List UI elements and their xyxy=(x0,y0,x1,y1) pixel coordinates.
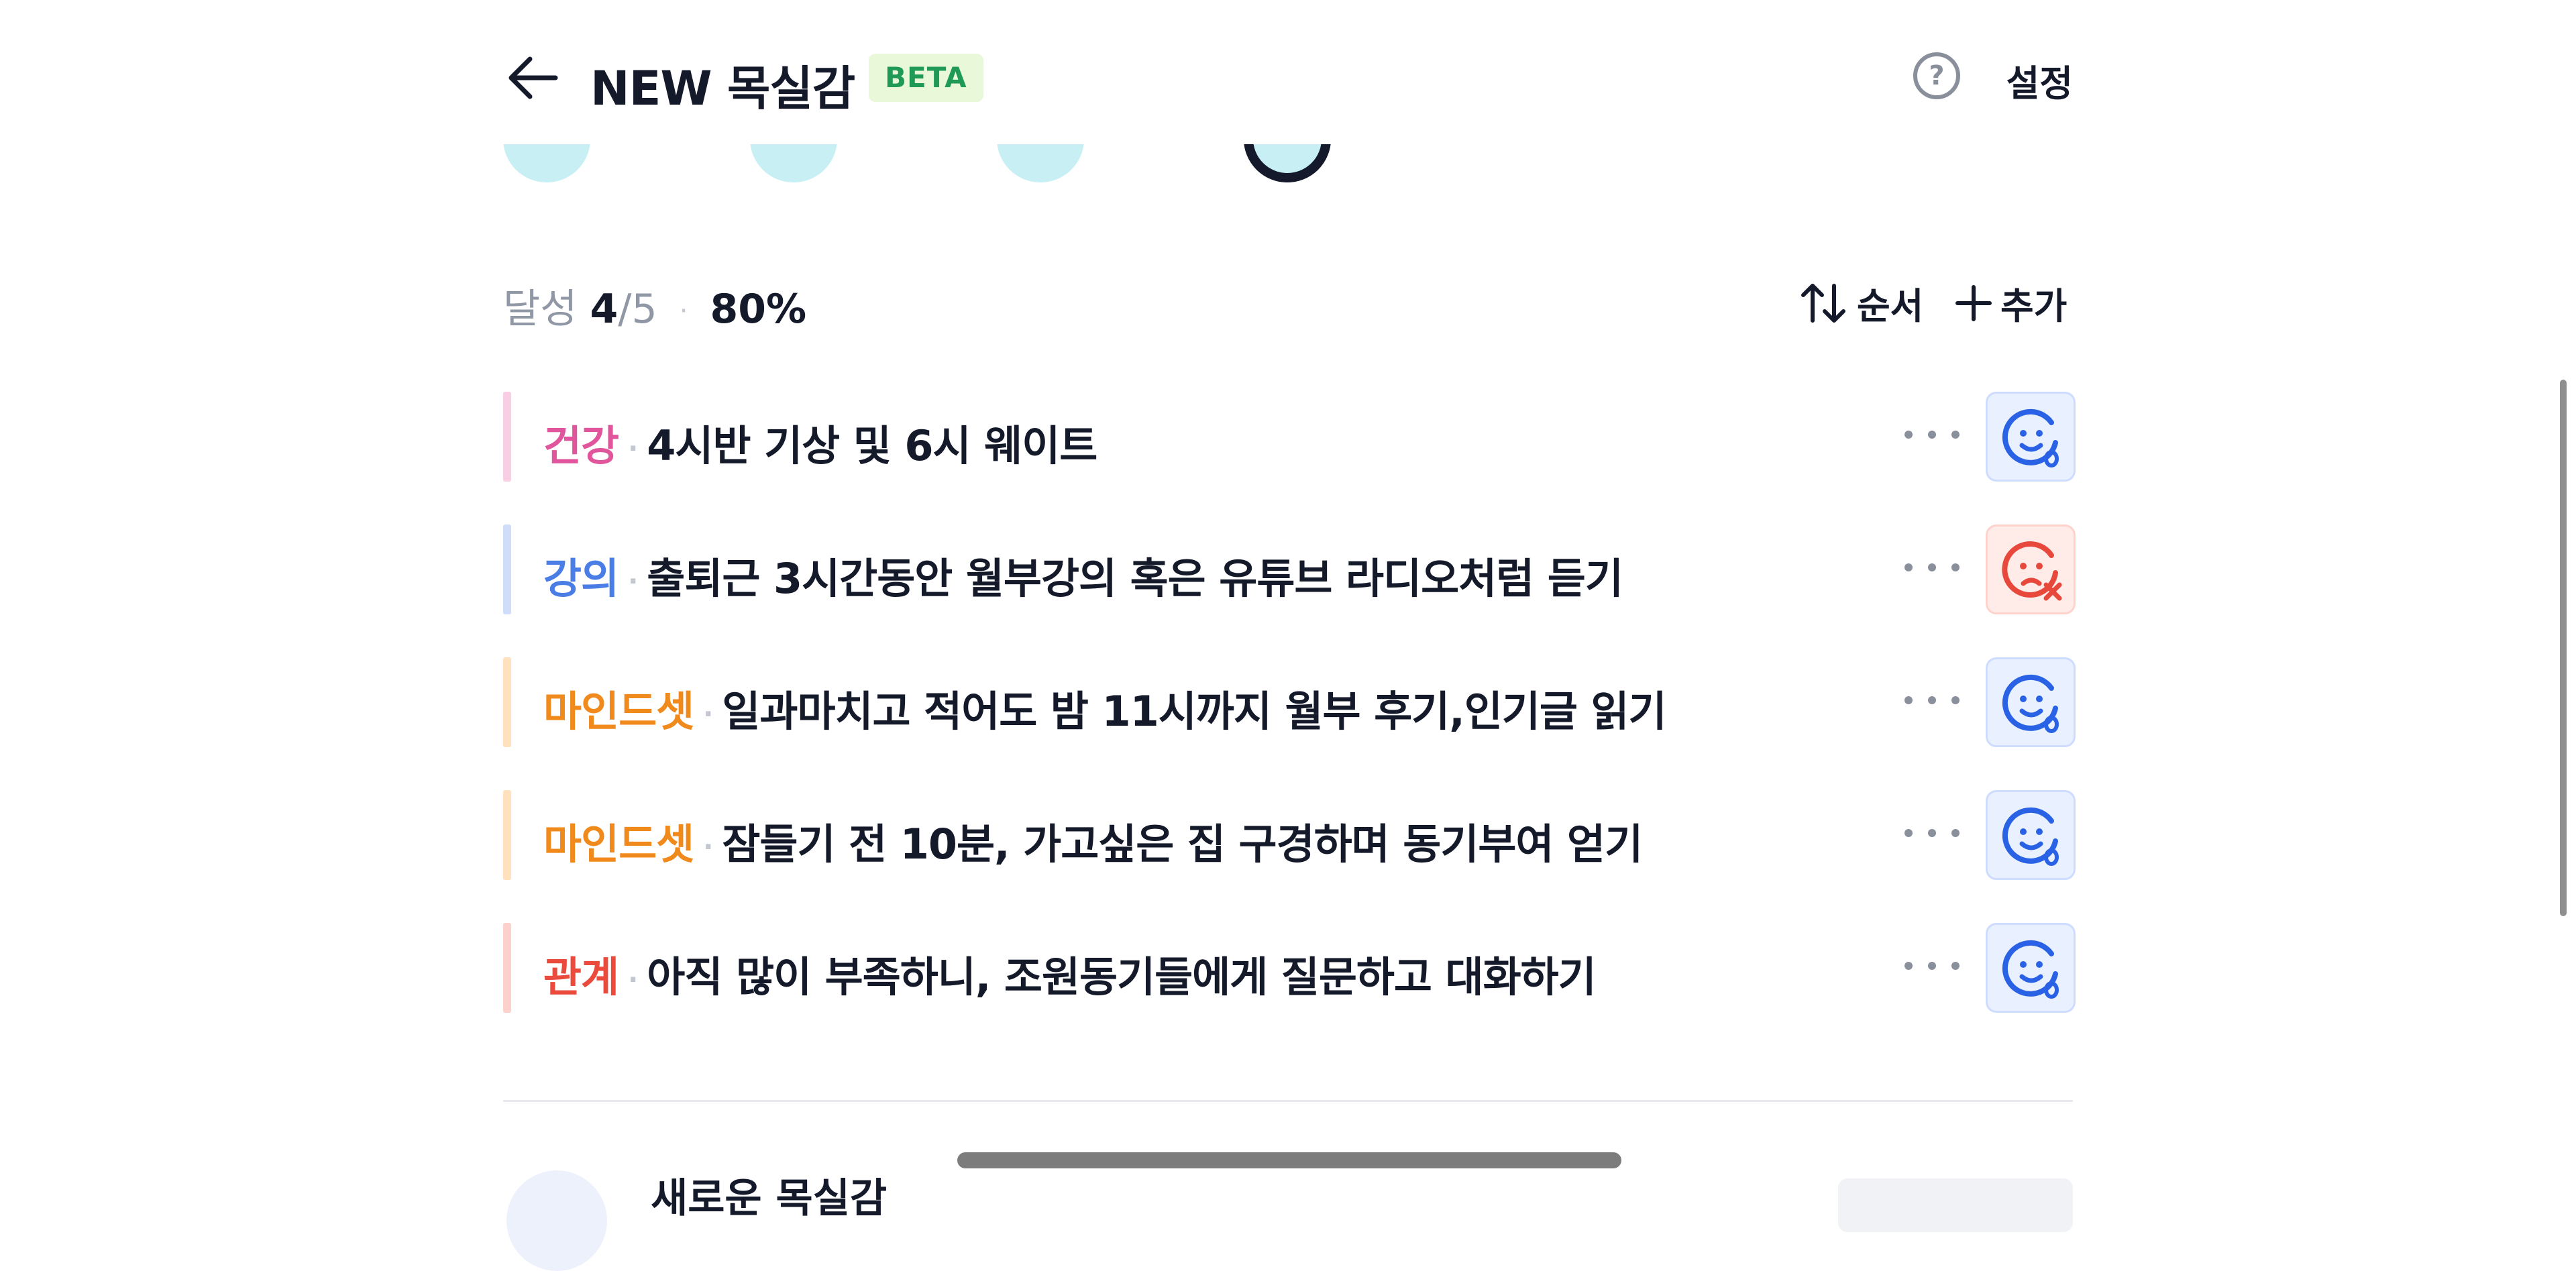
section-divider xyxy=(503,1100,2073,1102)
sort-arrows-icon xyxy=(1801,283,1845,323)
settings-button[interactable]: 설정 xyxy=(2006,54,2073,107)
smile-check-icon xyxy=(2002,940,2059,999)
sort-label: 순서 xyxy=(1857,285,1924,327)
item-title: 4시반 기상 및 6시 웨이트 xyxy=(647,421,1097,470)
item-separator: · xyxy=(628,964,638,995)
category-bar xyxy=(503,790,511,880)
beta-badge: BETA xyxy=(869,54,983,102)
summary-label: 달성 xyxy=(503,286,578,333)
sad-x-icon xyxy=(2002,541,2062,601)
calendar-strip xyxy=(0,144,2576,191)
item-category: 강의 xyxy=(543,554,619,603)
calendar-day-circle-current[interactable] xyxy=(1244,144,1331,182)
item-category: 마인드셋 xyxy=(543,820,694,869)
status-success-button[interactable] xyxy=(1986,392,2076,482)
sort-button[interactable]: 순서 xyxy=(1799,276,1923,329)
item-category: 관계 xyxy=(543,952,619,1001)
status-success-button[interactable] xyxy=(1986,923,2076,1013)
arrow-left-icon xyxy=(508,56,558,99)
add-label: 추가 xyxy=(2000,285,2068,327)
item-text: 건강 · 4시반 기상 및 6시 웨이트 xyxy=(543,412,1097,472)
status-fail-button[interactable] xyxy=(1986,524,2076,614)
page-title: NEW 목실감 xyxy=(590,61,855,116)
item-category: 건강 xyxy=(543,421,619,470)
avatar xyxy=(506,1170,607,1271)
more-options-icon[interactable] xyxy=(1895,547,1969,588)
item-title: 출퇴근 3시간동안 월부강의 혹은 유튜브 라디오처럼 듣기 xyxy=(647,554,1623,603)
list-item[interactable]: 마인드셋 · 잠들기 전 10분, 가고싶은 집 구경하며 동기부여 얻기 xyxy=(503,790,2076,880)
item-separator: · xyxy=(703,831,713,863)
summary-percent: 80% xyxy=(710,286,807,333)
smile-check-icon xyxy=(2002,408,2059,467)
more-options-icon[interactable] xyxy=(1895,813,1969,853)
smile-check-icon xyxy=(2002,807,2059,866)
summary-total-count: /5 xyxy=(618,286,657,333)
help-icon[interactable]: ? xyxy=(1913,52,1960,99)
item-title: 아직 많이 부족하니, 조원동기들에게 질문하고 대화하기 xyxy=(647,952,1596,1001)
item-separator: · xyxy=(628,433,638,464)
item-title: 일과마치고 적어도 밤 11시까지 월부 후기,인기글 읽기 xyxy=(722,687,1666,736)
item-text: 관계 · 아직 많이 부족하니, 조원동기들에게 질문하고 대화하기 xyxy=(543,943,1597,1003)
category-bar xyxy=(503,657,511,747)
top-header: NEW 목실감 BETA ? 설정 xyxy=(503,40,2073,116)
scrollbar[interactable] xyxy=(2560,380,2567,916)
add-button[interactable]: 추가 xyxy=(1953,276,2067,329)
calendar-day-circle[interactable] xyxy=(503,144,590,182)
back-button[interactable] xyxy=(503,54,564,102)
home-indicator[interactable] xyxy=(957,1152,1621,1168)
status-success-button[interactable] xyxy=(1986,657,2076,747)
list-item[interactable]: 건강 · 4시반 기상 및 6시 웨이트 xyxy=(503,392,2076,482)
app-page: NEW 목실감 BETA ? 설정 달성 4/5 · 80% 순서 추가 건강 ·… xyxy=(0,0,2576,1271)
achievement-summary: 달성 4/5 · 80% xyxy=(503,276,806,335)
summary-done-count: 4 xyxy=(590,286,619,333)
calendar-day-circle[interactable] xyxy=(997,144,1084,182)
item-separator: · xyxy=(703,698,713,730)
next-section-action[interactable] xyxy=(1838,1178,2073,1232)
item-category: 마인드셋 xyxy=(543,687,694,736)
more-options-icon[interactable] xyxy=(1895,680,1969,720)
category-bar xyxy=(503,392,511,482)
item-text: 마인드셋 · 잠들기 전 10분, 가고싶은 집 구경하며 동기부여 얻기 xyxy=(543,810,1643,871)
item-text: 강의 · 출퇴근 3시간동안 월부강의 혹은 유튜브 라디오처럼 듣기 xyxy=(543,545,1623,605)
list-item[interactable]: 강의 · 출퇴근 3시간동안 월부강의 혹은 유튜브 라디오처럼 듣기 xyxy=(503,524,2076,614)
status-success-button[interactable] xyxy=(1986,790,2076,880)
category-bar xyxy=(503,524,511,614)
list-item[interactable]: 관계 · 아직 많이 부족하니, 조원동기들에게 질문하고 대화하기 xyxy=(503,923,2076,1013)
more-options-icon[interactable] xyxy=(1895,946,1969,986)
item-separator: · xyxy=(628,565,638,597)
item-text: 마인드셋 · 일과마치고 적어도 밤 11시까지 월부 후기,인기글 읽기 xyxy=(543,677,1667,738)
next-section-title: 새로운 목실감 xyxy=(651,1175,888,1222)
smile-check-icon xyxy=(2002,674,2059,733)
category-bar xyxy=(503,923,511,1013)
more-options-icon[interactable] xyxy=(1895,415,1969,455)
summary-separator: · xyxy=(679,296,688,327)
list-item[interactable]: 마인드셋 · 일과마치고 적어도 밤 11시까지 월부 후기,인기글 읽기 xyxy=(503,657,2076,747)
plus-icon xyxy=(1955,284,1992,321)
calendar-day-circle[interactable] xyxy=(750,144,837,182)
item-title: 잠들기 전 10분, 가고싶은 집 구경하며 동기부여 얻기 xyxy=(722,820,1643,869)
